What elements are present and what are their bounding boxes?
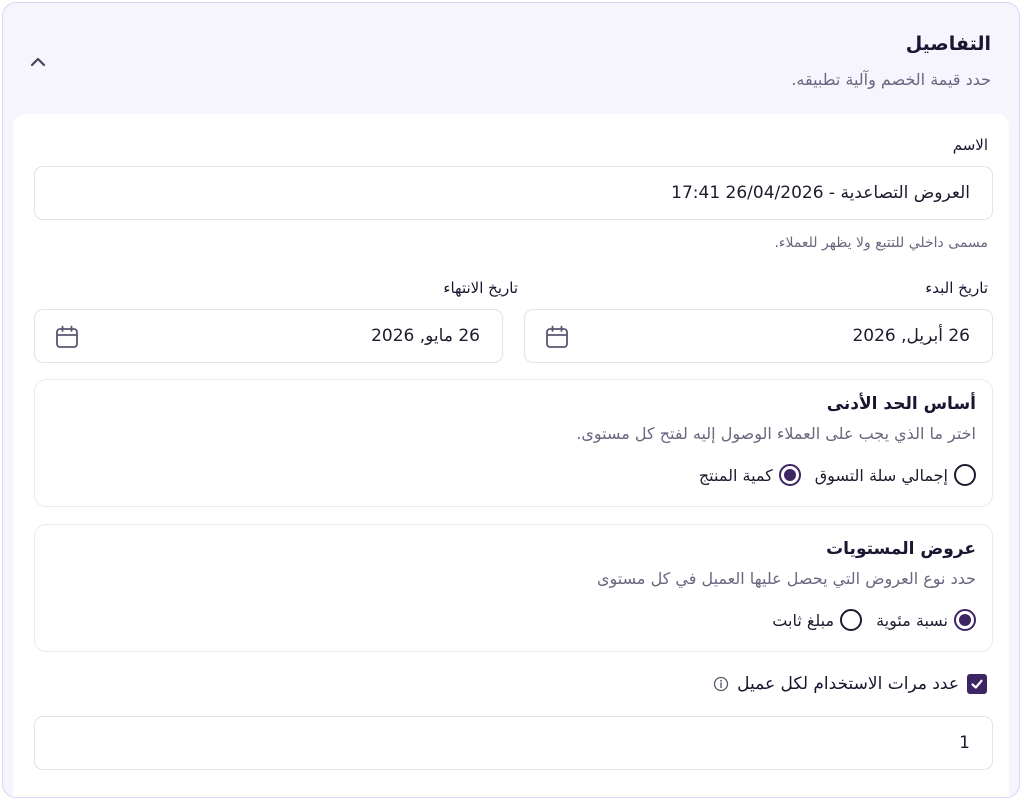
section-title: التفاصيل	[905, 33, 991, 55]
radio-product-quantity-circle[interactable]	[778, 464, 801, 486]
info-icon[interactable]	[713, 676, 729, 692]
threshold-basis-description: اختر ما الذي يجب على العملاء الوصول إليه…	[576, 424, 976, 443]
usage-limit-label: عدد مرات الاستخدام لكل عميل	[737, 674, 959, 694]
radio-cart-total-label: إجمالي سلة التسوق	[814, 465, 948, 485]
tier-offers-description: حدد نوع العروض التي يحصل عليها العميل في…	[597, 569, 976, 588]
check-icon	[971, 679, 983, 689]
radio-product-quantity-label: كمية المنتج	[698, 465, 773, 485]
calendar-icon[interactable]	[54, 324, 80, 350]
tier-offers-options: نسبة مئوية مبلغ ثابت	[772, 609, 976, 631]
radio-percentage[interactable]: نسبة مئوية	[876, 609, 976, 631]
usage-limit-input[interactable]: 1	[34, 716, 993, 770]
calendar-icon[interactable]	[544, 324, 570, 350]
threshold-basis-title: أساس الحد الأدنى	[826, 394, 976, 414]
radio-cart-total[interactable]: إجمالي سلة التسوق	[815, 464, 976, 486]
end-date-value: 26 مايو, 2026	[371, 326, 480, 346]
start-date-picker[interactable]: 26 أبريل, 2026	[524, 309, 993, 363]
section-subtitle: حدد قيمة الخصم وآلية تطبيقه.	[791, 70, 991, 89]
tier-offers-card: عروض المستويات حدد نوع العروض التي يحصل …	[34, 524, 993, 652]
start-date-value: 26 أبريل, 2026	[852, 326, 970, 346]
radio-fixed-amount-circle[interactable]	[840, 609, 863, 631]
panel-header[interactable]: التفاصيل حدد قيمة الخصم وآلية تطبيقه.	[3, 3, 1019, 113]
threshold-basis-options: إجمالي سلة التسوق كمية المنتج	[699, 464, 976, 486]
name-input-value: العروض التصاعدية - 26/04/2026 17:41	[671, 183, 970, 203]
panel-body: الاسم العروض التصاعدية - 26/04/2026 17:4…	[13, 114, 1009, 797]
radio-cart-total-circle[interactable]	[954, 464, 976, 486]
radio-fixed-amount-label: مبلغ ثابت	[772, 610, 835, 630]
chevron-up-icon	[30, 57, 46, 67]
radio-percentage-label: نسبة مئوية	[876, 610, 948, 630]
details-panel: التفاصيل حدد قيمة الخصم وآلية تطبيقه. ال…	[2, 2, 1020, 798]
end-date-label: تاريخ الانتهاء	[443, 279, 518, 297]
radio-fixed-amount[interactable]: مبلغ ثابت	[772, 609, 863, 631]
usage-limit-value: 1	[959, 733, 970, 753]
tier-offers-title: عروض المستويات	[826, 539, 976, 559]
collapse-button[interactable]	[23, 47, 53, 77]
usage-limit-row: عدد مرات الاستخدام لكل عميل	[713, 674, 987, 694]
name-helper-text: مسمى داخلي للتتبع ولا يظهر للعملاء.	[774, 235, 988, 251]
start-date-label: تاريخ البدء	[925, 279, 988, 297]
threshold-basis-card: أساس الحد الأدنى اختر ما الذي يجب على ال…	[34, 379, 993, 507]
name-label: الاسم	[952, 136, 988, 154]
radio-percentage-circle[interactable]	[954, 609, 976, 631]
name-input[interactable]: العروض التصاعدية - 26/04/2026 17:41	[34, 166, 993, 220]
radio-product-quantity[interactable]: كمية المنتج	[699, 464, 801, 486]
usage-limit-checkbox[interactable]	[967, 674, 987, 694]
end-date-picker[interactable]: 26 مايو, 2026	[34, 309, 503, 363]
